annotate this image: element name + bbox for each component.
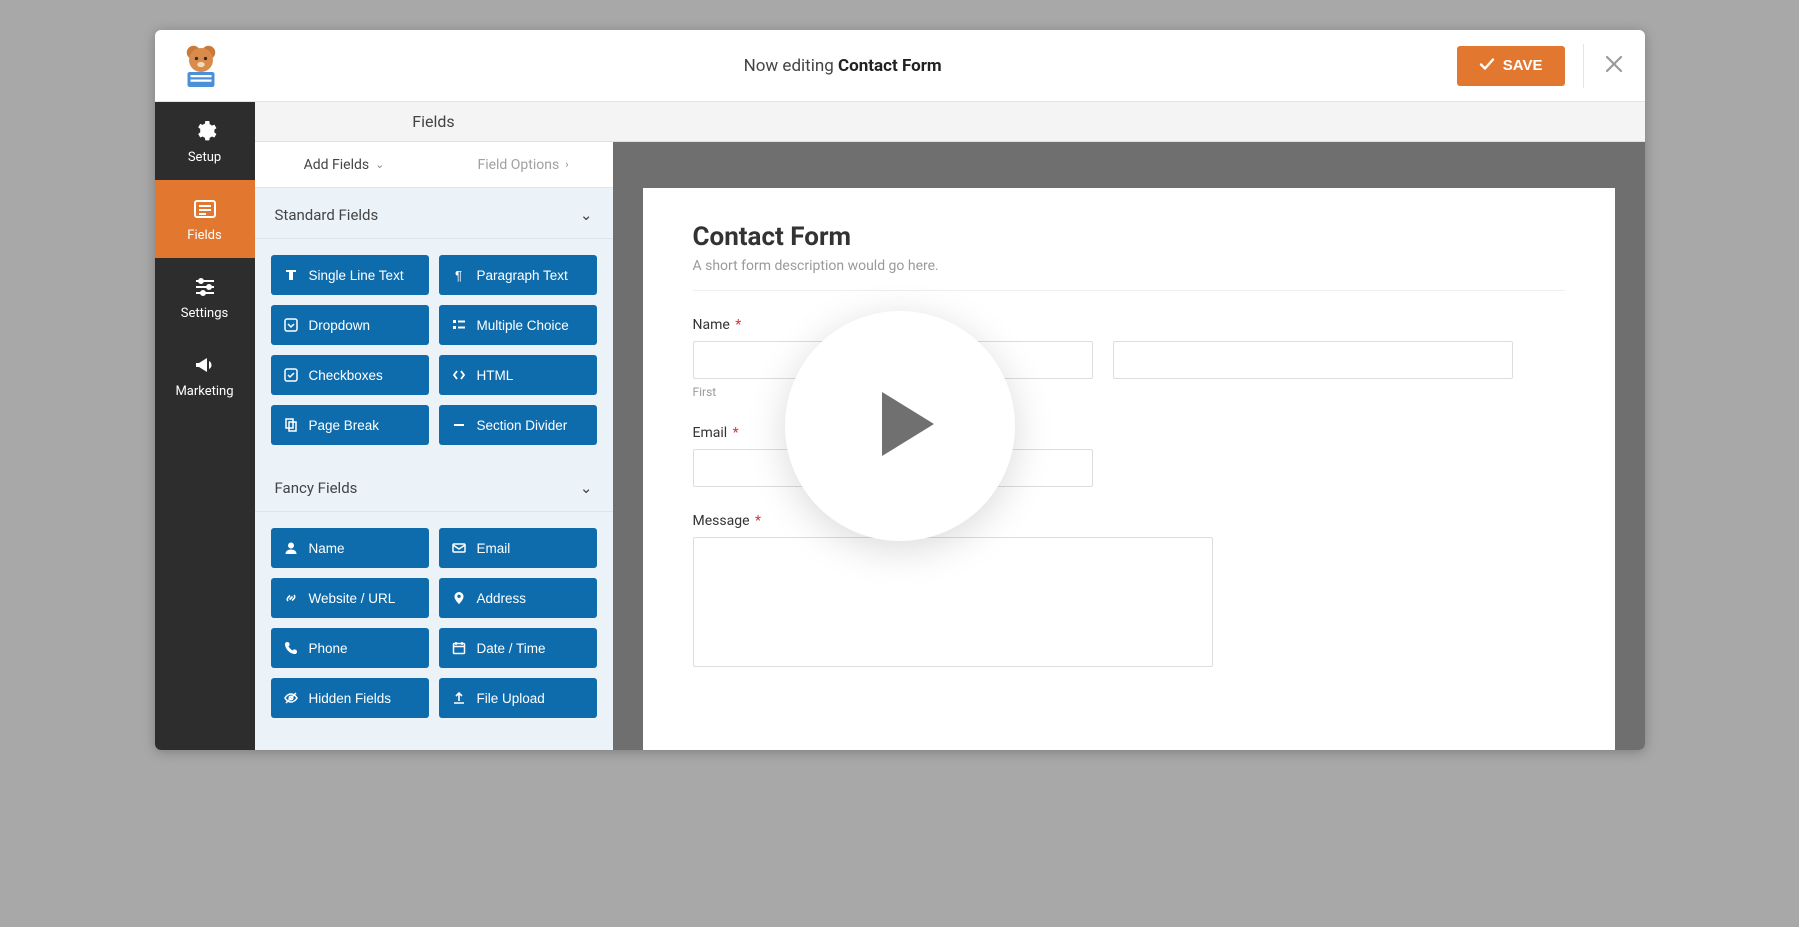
- eye-slash-icon: [283, 690, 299, 706]
- form-title: Contact Form: [693, 222, 1565, 252]
- last-name-input[interactable]: [1113, 341, 1513, 379]
- field-email[interactable]: Email: [439, 528, 597, 568]
- form-builder-window: Now editing Contact Form SAVE Setup: [155, 30, 1645, 750]
- nav-fields[interactable]: Fields: [155, 180, 255, 258]
- nav-marketing-label: Marketing: [175, 384, 233, 399]
- files-icon: [283, 417, 299, 433]
- left-nav: Setup Fields Settings Marketing: [155, 102, 255, 750]
- close-icon: [1604, 52, 1624, 80]
- play-icon: [854, 384, 946, 468]
- text-icon: [283, 267, 299, 283]
- required-marker: *: [755, 513, 761, 529]
- save-button[interactable]: SAVE: [1457, 46, 1565, 86]
- link-icon: [283, 590, 299, 606]
- paragraph-icon: ¶: [451, 267, 467, 283]
- nav-marketing[interactable]: Marketing: [155, 336, 255, 414]
- section-header: Fields: [255, 102, 613, 142]
- group-standard-header[interactable]: Standard Fields ⌄: [255, 188, 613, 239]
- field-date-time[interactable]: Date / Time: [439, 628, 597, 668]
- field-phone[interactable]: Phone: [271, 628, 429, 668]
- form-preview: Contact Form A short form description wo…: [643, 188, 1615, 750]
- envelope-icon: [451, 540, 467, 556]
- user-icon: [283, 540, 299, 556]
- tab-add-fields[interactable]: Add Fields ⌄: [255, 142, 434, 188]
- map-pin-icon: [451, 590, 467, 606]
- field-address[interactable]: Address: [439, 578, 597, 618]
- field-checkboxes[interactable]: Checkboxes: [271, 355, 429, 395]
- field-name[interactable]: Name: [271, 528, 429, 568]
- play-button[interactable]: [785, 311, 1015, 541]
- caret-square-icon: [283, 317, 299, 333]
- required-marker: *: [733, 425, 739, 441]
- code-icon: [451, 367, 467, 383]
- field-website-url[interactable]: Website / URL: [271, 578, 429, 618]
- form-description: A short form description would go here.: [693, 258, 1565, 291]
- gear-icon: [192, 118, 218, 144]
- field-dropdown[interactable]: Dropdown: [271, 305, 429, 345]
- field-single-line-text[interactable]: Single Line Text: [271, 255, 429, 295]
- sidebar-tabs: Add Fields ⌄ Field Options ›: [255, 142, 613, 188]
- field-multiple-choice[interactable]: Multiple Choice: [439, 305, 597, 345]
- group-fancy-grid: Name Email Website / URL Address Phone D…: [255, 512, 613, 734]
- editing-prefix: Now editing: [744, 56, 838, 76]
- topbar: Now editing Contact Form SAVE: [155, 30, 1645, 102]
- message-textarea[interactable]: [693, 537, 1213, 667]
- close-button[interactable]: [1583, 44, 1627, 88]
- group-fancy-header[interactable]: Fancy Fields ⌄: [255, 461, 613, 512]
- sliders-icon: [192, 274, 218, 300]
- tab-field-options[interactable]: Field Options ›: [434, 142, 613, 188]
- nav-settings[interactable]: Settings: [155, 258, 255, 336]
- chevron-right-icon: ›: [565, 158, 568, 171]
- list-icon: [451, 317, 467, 333]
- field-section-divider[interactable]: Section Divider: [439, 405, 597, 445]
- field-file-upload[interactable]: File Upload: [439, 678, 597, 718]
- save-label: SAVE: [1503, 57, 1543, 74]
- field-paragraph-text[interactable]: ¶Paragraph Text: [439, 255, 597, 295]
- form-icon: [192, 196, 218, 222]
- canvas-padding: Contact Form A short form description wo…: [613, 142, 1645, 750]
- check-icon: [1479, 56, 1495, 76]
- field-message-preview[interactable]: Message *: [693, 513, 1565, 671]
- nav-fields-label: Fields: [187, 228, 221, 243]
- nav-setup[interactable]: Setup: [155, 102, 255, 180]
- chevron-down-icon: ⌄: [580, 479, 593, 497]
- phone-icon: [283, 640, 299, 656]
- check-square-icon: [283, 367, 299, 383]
- name-label: Name *: [693, 317, 1565, 333]
- bullhorn-icon: [192, 352, 218, 378]
- minus-icon: [451, 417, 467, 433]
- field-page-break[interactable]: Page Break: [271, 405, 429, 445]
- field-hidden-fields[interactable]: Hidden Fields: [271, 678, 429, 718]
- nav-settings-label: Settings: [181, 306, 228, 321]
- upload-icon: [451, 690, 467, 706]
- group-standard-grid: Single Line Text ¶Paragraph Text Dropdow…: [255, 239, 613, 461]
- required-marker: *: [735, 317, 741, 333]
- fields-sidebar: Fields Add Fields ⌄ Field Options › Stan…: [255, 102, 613, 750]
- editing-title: Now editing Contact Form: [229, 56, 1457, 76]
- nav-setup-label: Setup: [188, 150, 221, 165]
- editing-form-name: Contact Form: [838, 56, 942, 76]
- chevron-down-icon: ⌄: [580, 206, 593, 224]
- chevron-down-icon: ⌄: [375, 158, 384, 171]
- field-html[interactable]: HTML: [439, 355, 597, 395]
- calendar-icon: [451, 640, 467, 656]
- canvas-header-spacer: [613, 102, 1645, 142]
- canvas: Contact Form A short form description wo…: [613, 102, 1645, 750]
- app-logo: [173, 38, 229, 94]
- message-label: Message *: [693, 513, 1565, 529]
